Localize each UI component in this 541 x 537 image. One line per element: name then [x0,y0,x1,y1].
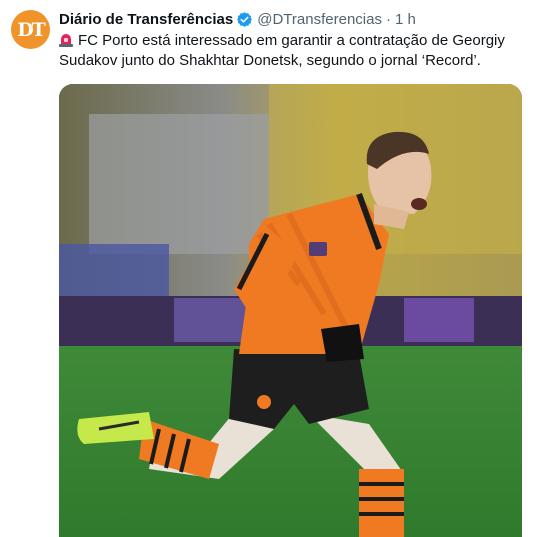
separator-dot: · [385,10,391,28]
avatar[interactable]: DT [11,10,50,49]
display-name[interactable]: Diário de Transferências [59,11,233,28]
player-celebrating-photo [59,84,522,537]
user-handle[interactable]: @DTransferencias [257,11,382,28]
tweet-photo[interactable] [59,84,522,537]
tweet-body: FC Porto está interessado em garantir a … [59,32,505,69]
timestamp[interactable]: 1 h [395,11,416,28]
tweet-text: FC Porto está interessado em garantir a … [59,31,529,71]
tweet-header: Diário de Transferências @DTransferencia… [59,9,531,29]
verified-badge-icon [236,11,253,28]
police-siren-icon [59,32,73,47]
diario-de-transferencias-logo: DT [17,18,46,41]
